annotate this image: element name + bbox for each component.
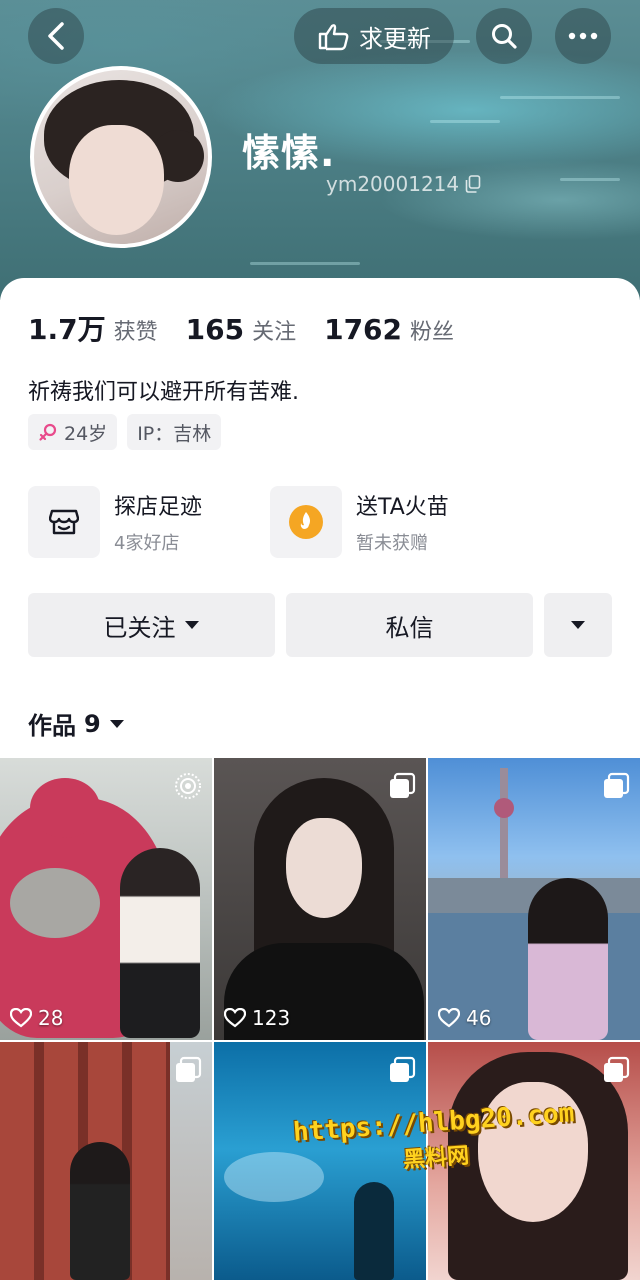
- store-visits-title: 探店足迹: [114, 495, 203, 520]
- avatar[interactable]: [30, 66, 212, 248]
- send-flame-subtitle: 暂未获赠: [356, 533, 428, 554]
- search-icon: [492, 24, 517, 49]
- profile-tags: 24岁 IP：吉林: [28, 414, 222, 450]
- send-flame-text: 送TA火苗 暂未获赠: [356, 489, 449, 555]
- gallery-icon: [388, 1056, 416, 1088]
- post-likes-count: 123: [252, 1006, 291, 1030]
- stat-followers-label: 粉丝: [410, 320, 455, 345]
- caret-down-icon: [109, 719, 124, 728]
- stat-following[interactable]: 165 关注: [186, 313, 296, 346]
- gallery-icon: [388, 772, 416, 804]
- pointing-hand-icon: [318, 24, 349, 51]
- request-update-button[interactable]: 求更新: [294, 8, 454, 64]
- message-button[interactable]: 私信: [286, 593, 533, 657]
- heart-icon: [438, 1008, 460, 1028]
- store-visits-text: 探店足迹 4家好店: [114, 489, 202, 555]
- post-thumbnail[interactable]: 46: [428, 758, 640, 1040]
- person-face: [286, 818, 362, 918]
- person-figure: [528, 878, 608, 1040]
- person-figure: [120, 848, 200, 1038]
- feature-row: 探店足迹 4家好店 送TA火苗 暂未获赠: [28, 486, 628, 558]
- stat-likes-label: 获赞: [113, 320, 158, 345]
- post-likes-count: 28: [38, 1006, 64, 1030]
- send-flame-title: 送TA火苗: [356, 495, 449, 520]
- gallery-icon: [602, 1056, 630, 1088]
- profile-header: 求更新 愫愫. ym20001214: [0, 0, 640, 300]
- age-tag: 24岁: [28, 414, 118, 450]
- send-flame-entry[interactable]: 送TA火苗 暂未获赠: [270, 486, 512, 558]
- avatar-face: [69, 125, 164, 235]
- username: 愫愫.: [242, 131, 336, 175]
- post-thumbnail[interactable]: [0, 1042, 212, 1280]
- water-ripple: [560, 178, 620, 181]
- stat-followers[interactable]: 1762 粉丝: [324, 313, 454, 346]
- action-buttons: 已关注 私信: [28, 593, 612, 657]
- tower-sphere: [494, 798, 514, 818]
- post-likes: 28: [10, 1006, 63, 1030]
- live-photo-icon: [174, 772, 202, 804]
- back-button[interactable]: [28, 8, 84, 64]
- more-actions-button[interactable]: [544, 593, 612, 657]
- works-grid: 28 123 46: [0, 758, 640, 1280]
- water-ripple: [500, 96, 620, 99]
- more-dots-icon: [568, 32, 598, 40]
- user-id-text: ym20001214: [326, 172, 460, 196]
- stats-row: 1.7万 获赞 165 关注 1762 粉丝: [28, 308, 454, 348]
- store-visits-subtitle: 4家好店: [114, 533, 180, 554]
- water-ripple: [430, 120, 500, 123]
- person-silhouette: [354, 1182, 394, 1280]
- heart-icon: [10, 1008, 32, 1028]
- search-button[interactable]: [476, 8, 532, 64]
- works-tab-label: 作品: [28, 712, 76, 740]
- flame-icon: [289, 505, 323, 539]
- female-icon: [39, 423, 57, 441]
- store-icon-box: [28, 486, 100, 558]
- request-update-label: 求更新: [359, 24, 431, 53]
- bio-text: 祈祷我们可以避开所有苦难.: [28, 380, 299, 405]
- water-ripple: [250, 262, 360, 265]
- message-label: 私信: [385, 613, 434, 642]
- stat-following-value: 165: [185, 313, 245, 346]
- ip-tag: IP：吉林: [127, 414, 222, 450]
- stat-likes-value: 1.7万: [28, 313, 106, 346]
- age-label: 24岁: [64, 422, 108, 445]
- more-button[interactable]: [555, 8, 611, 64]
- stat-following-label: 关注: [252, 320, 297, 345]
- store-icon: [49, 509, 79, 535]
- bear-ear: [30, 778, 100, 838]
- works-tab[interactable]: 作品 9: [28, 706, 125, 741]
- post-thumbnail[interactable]: 123: [214, 758, 426, 1040]
- flame-icon-box: [270, 486, 342, 558]
- ip-label: IP：吉林: [137, 422, 212, 445]
- heart-icon: [224, 1008, 246, 1028]
- stat-likes[interactable]: 1.7万 获赞: [28, 308, 158, 348]
- person-figure: [70, 1142, 130, 1280]
- following-label: 已关注: [103, 613, 176, 642]
- post-thumbnail[interactable]: 28: [0, 758, 212, 1040]
- caret-down-icon: [184, 621, 199, 629]
- user-id[interactable]: ym20001214: [326, 172, 481, 196]
- following-button[interactable]: 已关注: [28, 593, 275, 657]
- store-visits-entry[interactable]: 探店足迹 4家好店: [28, 486, 270, 558]
- gallery-icon: [602, 772, 630, 804]
- post-likes: 46: [438, 1006, 491, 1030]
- chevron-left-icon: [48, 22, 64, 50]
- post-likes-count: 46: [466, 1006, 492, 1030]
- gallery-icon: [174, 1056, 202, 1088]
- bear-muzzle: [10, 868, 100, 938]
- works-count: 9: [84, 709, 101, 738]
- copy-icon[interactable]: [465, 175, 481, 193]
- caret-down-icon: [571, 621, 585, 629]
- stat-followers-value: 1762: [324, 313, 403, 346]
- post-likes: 123: [224, 1006, 290, 1030]
